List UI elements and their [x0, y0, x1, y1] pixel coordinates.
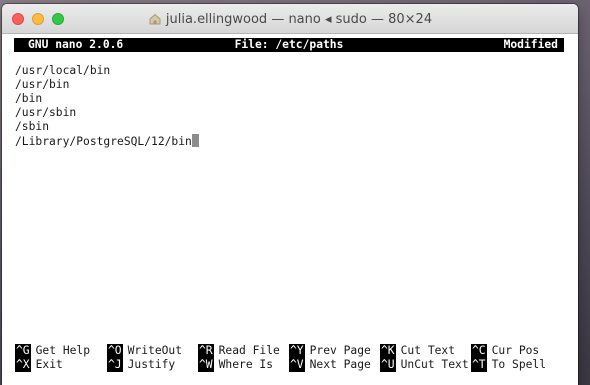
shortcut-key: ^R	[198, 344, 214, 358]
editor-line-current[interactable]: /Library/PostgreSQL/12/bin	[15, 134, 567, 148]
shortcut-label: Read File	[218, 344, 280, 357]
shortcut-next-page[interactable]: ^V Next Page	[289, 358, 371, 372]
editor-line[interactable]: /usr/local/bin	[15, 64, 567, 78]
shortcut-label: Cur Pos	[491, 344, 540, 357]
shortcut-label: Cut Text	[400, 344, 456, 357]
editor-line[interactable]: /usr/sbin	[15, 106, 567, 120]
shortcut-label: Next Page	[309, 358, 371, 371]
terminal-area[interactable]: GNU nano 2.0.6 File: /etc/paths Modified…	[2, 34, 578, 385]
editor-content[interactable]: /usr/local/bin /usr/bin /bin /usr/sbin /…	[15, 64, 567, 148]
shortcut-prev-page[interactable]: ^Y Prev Page	[289, 344, 371, 358]
window-title: julia.ellingwood — nano ◂ sudo — 80×24	[165, 11, 433, 27]
editor-line[interactable]: /sbin	[15, 120, 567, 134]
shortcut-key: ^J	[107, 358, 123, 372]
shortcut-key: ^X	[15, 358, 31, 372]
shortcut-where-is[interactable]: ^W Where Is	[198, 358, 273, 372]
shortcut-label: Prev Page	[309, 344, 371, 357]
shortcut-bar: ^G Get Help ^O WriteOut ^R Read File ^Y Prev…	[15, 344, 567, 372]
shortcut-label: WriteOut	[127, 344, 183, 357]
home-folder-icon	[149, 13, 161, 25]
shortcut-writeout[interactable]: ^O WriteOut	[107, 344, 182, 358]
shortcut-label: Where Is	[218, 358, 274, 371]
shortcut-label: Justify	[127, 358, 176, 371]
editor-line-text: /Library/PostgreSQL/12/bin	[15, 135, 192, 148]
editor-line[interactable]: /bin	[15, 92, 567, 106]
shortcut-key: ^V	[289, 358, 305, 372]
shortcut-label: UnCut Text	[400, 358, 469, 371]
shortcut-label: Get Help	[35, 344, 91, 357]
shortcut-justify[interactable]: ^J Justify	[107, 358, 175, 372]
nano-header-bar: GNU nano 2.0.6 File: /etc/paths Modified	[14, 38, 564, 52]
shortcut-key: ^O	[107, 344, 123, 358]
shortcut-uncut-text[interactable]: ^U UnCut Text	[380, 358, 469, 372]
window-title-wrap: julia.ellingwood — nano ◂ sudo — 80×24	[2, 4, 578, 34]
shortcut-get-help[interactable]: ^G Get Help	[15, 344, 90, 358]
nano-status: Modified	[503, 38, 558, 51]
shortcut-label: Exit	[35, 358, 63, 371]
shortcut-row: ^G Get Help ^O WriteOut ^R Read File ^Y Prev…	[15, 344, 567, 358]
shortcut-key: ^W	[198, 358, 214, 372]
shortcut-read-file[interactable]: ^R Read File	[198, 344, 280, 358]
nano-file-name: File: /etc/paths	[234, 38, 344, 51]
shortcut-key: ^C	[471, 344, 487, 358]
shortcut-key: ^T	[471, 358, 487, 372]
editor-line[interactable]: /usr/bin	[15, 78, 567, 92]
shortcut-to-spell[interactable]: ^T To Spell	[471, 358, 546, 372]
text-cursor	[191, 134, 199, 147]
shortcut-row: ^X Exit ^J Justify ^W Where Is ^V Next Page …	[15, 358, 567, 372]
terminal-window: julia.ellingwood — nano ◂ sudo — 80×24 G…	[2, 4, 578, 385]
shortcut-label: To Spell	[491, 358, 547, 371]
shortcut-key: ^U	[380, 358, 396, 372]
shortcut-key: ^K	[380, 344, 396, 358]
shortcut-key: ^G	[15, 344, 31, 358]
shortcut-cur-pos[interactable]: ^C Cur Pos	[471, 344, 539, 358]
title-bar[interactable]: julia.ellingwood — nano ◂ sudo — 80×24	[2, 4, 578, 34]
shortcut-exit[interactable]: ^X Exit	[15, 358, 63, 372]
shortcut-key: ^Y	[289, 344, 305, 358]
shortcut-cut-text[interactable]: ^K Cut Text	[380, 344, 455, 358]
